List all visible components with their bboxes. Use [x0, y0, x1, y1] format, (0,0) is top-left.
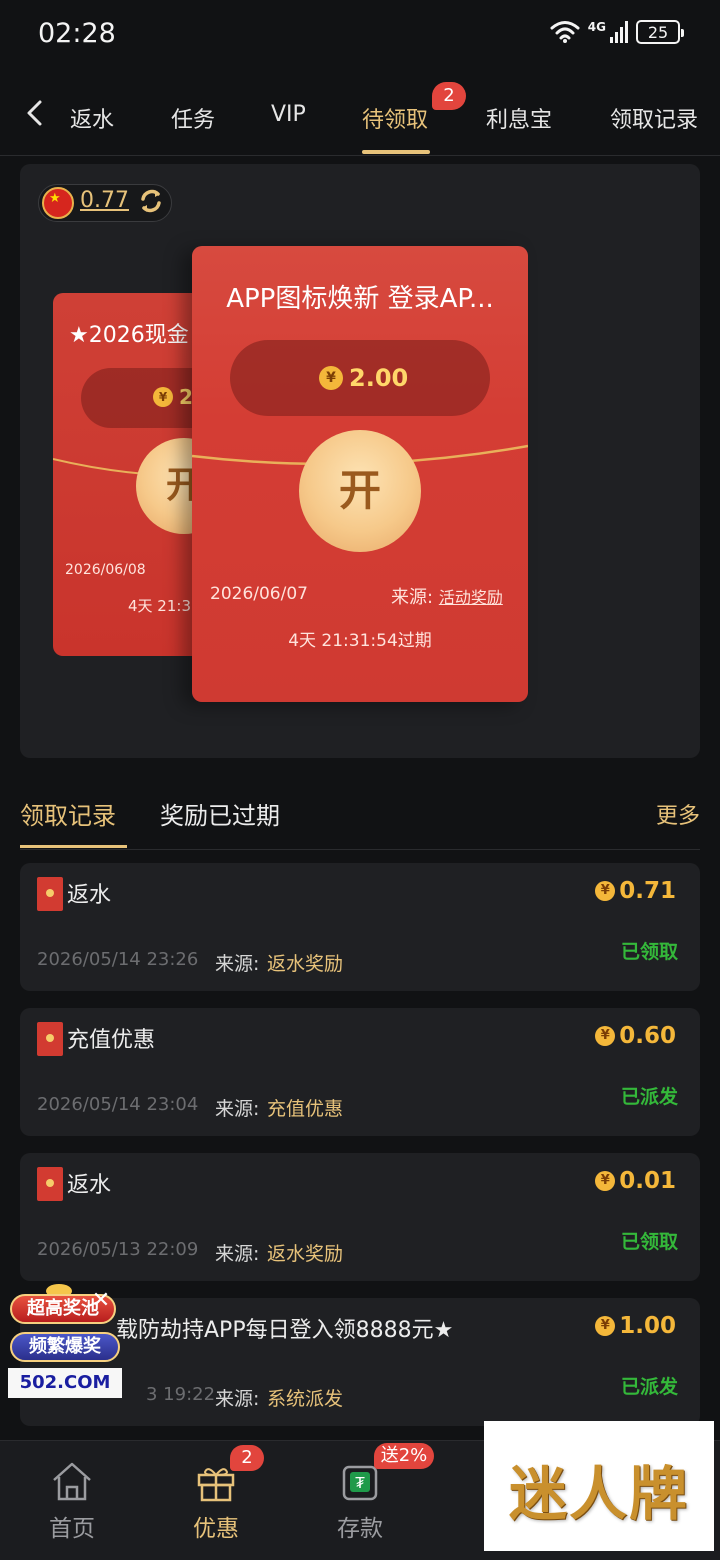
record-name: 返水: [67, 1173, 112, 1198]
yen-coin-icon: ¥: [595, 881, 616, 901]
packet-expiry: 4天 21:31: [128, 597, 201, 615]
packet-source-label: 来源:: [391, 587, 434, 608]
nav-promotions[interactable]: 优惠 2: [144, 1441, 288, 1560]
record-amount-value: 1.00: [619, 1313, 676, 1339]
packet-amount: ¥ 2.00: [319, 364, 408, 392]
nav-deposit-label: 存款: [337, 1516, 383, 1542]
packet-source-link[interactable]: 活动奖励: [439, 588, 503, 607]
more-link[interactable]: 更多: [656, 798, 700, 830]
record-status: 已派发: [620, 1086, 678, 1108]
back-arrow-icon[interactable]: [22, 98, 48, 128]
record-name: 返水: [67, 883, 112, 908]
record-source-label: 来源:: [215, 1243, 260, 1265]
record-amount: ¥ 0.60: [595, 1023, 676, 1049]
packet-expiry: 4天 21:31:54过期: [288, 631, 432, 651]
record-amount: ¥ 0.01: [595, 1168, 676, 1194]
tab-tasks[interactable]: 任务: [171, 102, 215, 134]
ad-domain: 502.COM: [8, 1368, 122, 1398]
records-divider: [20, 849, 700, 850]
tab-expired-rewards[interactable]: 奖励已过期: [160, 796, 280, 831]
packet-date: 2026/06/07: [210, 584, 308, 604]
record-amount: ¥ 0.71: [595, 878, 676, 904]
record-amount-value: 0.71: [619, 878, 676, 904]
tab-interest[interactable]: 利息宝: [486, 102, 552, 134]
yen-coin-icon: ¥: [319, 366, 343, 390]
yen-coin-icon: ¥: [153, 387, 173, 407]
record-name: 载防劫持APP每日登入领8888元★: [116, 1318, 454, 1343]
record-source-label: 来源:: [215, 1388, 260, 1410]
home-icon: [53, 1462, 91, 1501]
yen-coin-icon: ¥: [595, 1316, 616, 1336]
packet-amount-value: 2.00: [349, 364, 409, 392]
record-amount: ¥ 1.00: [595, 1313, 676, 1339]
nav-deposit[interactable]: ₮ 存款 送2%: [288, 1441, 434, 1560]
tab-vip[interactable]: VIP: [271, 102, 306, 127]
tab-claim-history[interactable]: 领取记录: [610, 102, 698, 134]
record-date: 2026/05/14 23:04: [37, 1094, 199, 1115]
record-source: 系统派发: [267, 1388, 344, 1410]
record-source: 返水奖励: [267, 1243, 344, 1265]
record-date: 2026/05/13 22:09: [37, 1239, 199, 1260]
record-source-label: 来源:: [215, 1098, 260, 1120]
status-icons: 4G 25: [550, 20, 684, 44]
watermark-text: 迷人牌: [508, 1460, 689, 1528]
record-amount-value: 0.60: [619, 1023, 676, 1049]
tab-pending[interactable]: 待领取: [362, 102, 428, 134]
wifi-icon: [550, 21, 580, 43]
record-source: 充值优惠: [267, 1098, 344, 1120]
status-time: 02:28: [38, 18, 116, 49]
tab-rebate[interactable]: 返水: [70, 102, 114, 134]
signal-icon: [610, 21, 628, 43]
watermark-overlay: 迷人牌: [484, 1421, 714, 1551]
record-date: 3 19:22: [146, 1384, 216, 1405]
network-type: 4G: [587, 20, 606, 34]
yen-coin-icon: ¥: [595, 1171, 616, 1191]
red-envelope-icon: [37, 877, 63, 911]
refresh-icon[interactable]: [137, 187, 165, 215]
record-status: 已派发: [620, 1376, 678, 1398]
record-card[interactable]: 返水 ¥ 0.71 已领取 2026/05/14 23:26 来源: 返水奖励: [20, 863, 700, 991]
red-envelope-icon: [37, 1167, 63, 1201]
record-status: 已领取: [620, 941, 678, 963]
packet-source: 来源: 活动奖励: [391, 583, 503, 609]
balance-value[interactable]: 0.77: [80, 188, 129, 213]
status-bar: 02:28 4G 25: [0, 0, 720, 72]
record-card[interactable]: 充值优惠 ¥ 0.60 已派发 2026/05/14 23:04 来源: 充值优…: [20, 1008, 700, 1136]
packet-title: APP图标焕新 登录AP...: [226, 284, 494, 314]
record-source: 返水奖励: [267, 953, 344, 975]
record-card[interactable]: 载防劫持APP每日登入领8888元★ ¥ 1.00 已派发 3 19:22 来源…: [20, 1298, 700, 1426]
open-packet-button[interactable]: 开: [299, 430, 421, 552]
record-amount-value: 0.01: [619, 1168, 676, 1194]
china-flag-icon: [42, 187, 74, 219]
packet-title: ★2026现金: [69, 323, 189, 348]
close-icon[interactable]: ✕: [90, 1290, 112, 1312]
nav-home[interactable]: 首页: [0, 1441, 144, 1560]
deposit-bonus-badge: 送2%: [374, 1443, 434, 1469]
nav-promotions-label: 优惠: [193, 1516, 239, 1542]
record-date: 2026/05/14 23:26: [37, 949, 199, 970]
nav-home-label: 首页: [49, 1516, 95, 1542]
pending-count-badge: 2: [432, 82, 466, 110]
red-envelope-icon: [37, 1022, 63, 1056]
floating-ad-banner[interactable]: 超高奖池 频繁爆奖 502.COM ✕: [6, 1284, 122, 1400]
promotions-badge: 2: [230, 1445, 264, 1471]
ad-line-2: 频繁爆奖: [10, 1332, 120, 1362]
top-tabs: 返水 任务 VIP 待领取 利息宝 领取记录: [0, 80, 720, 156]
yen-coin-icon: ¥: [595, 1026, 616, 1046]
tab-claim-records[interactable]: 领取记录: [20, 796, 116, 831]
record-card[interactable]: 返水 ¥ 0.01 已领取 2026/05/13 22:09 来源: 返水奖励: [20, 1153, 700, 1281]
red-packet-card-main[interactable]: APP图标焕新 登录AP... ¥ 2.00 开 2026/06/07 来源: …: [192, 246, 528, 702]
active-tab-indicator: [362, 150, 430, 154]
record-status: 已领取: [620, 1231, 678, 1253]
record-name: 充值优惠: [67, 1028, 156, 1053]
packet-date: 2026/06/08: [65, 562, 146, 578]
svg-text:₮: ₮: [355, 1475, 365, 1492]
records-tab-indicator: [20, 845, 127, 848]
battery-icon: 25: [636, 20, 684, 44]
record-source-label: 来源:: [215, 953, 260, 975]
